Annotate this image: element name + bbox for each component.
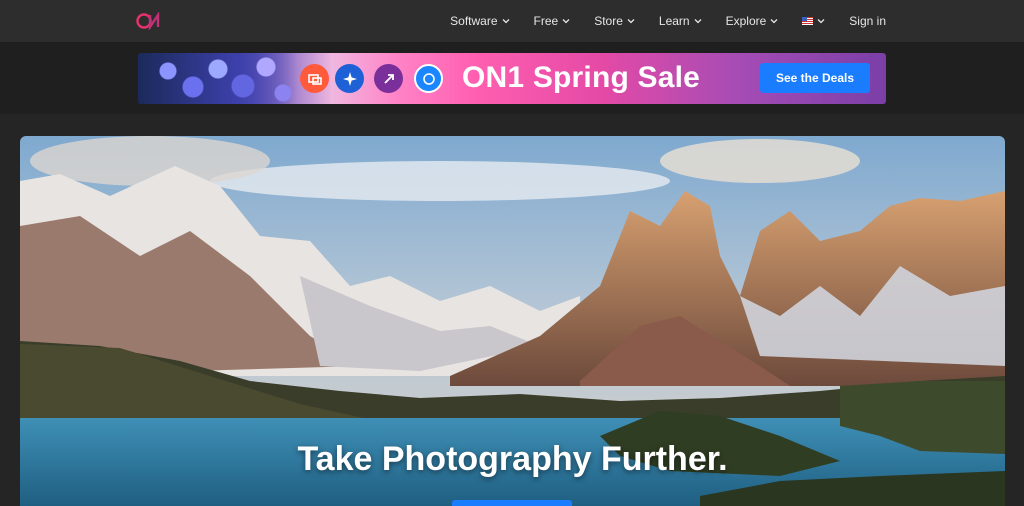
menu-free[interactable]: Free <box>534 14 571 28</box>
hydrangea-image <box>138 53 298 104</box>
effects-icon <box>335 64 364 93</box>
on1-photo-raw-icon <box>414 64 443 93</box>
banner-title: ON1 Spring Sale <box>462 61 701 94</box>
menu-software-label: Software <box>450 14 498 28</box>
hero-title: Take Photography Further. <box>297 440 728 478</box>
spring-sale-banner[interactable]: ON1 Spring Sale See the Deals <box>138 53 886 104</box>
language-selector[interactable] <box>802 17 825 25</box>
sign-in-link[interactable]: Sign in <box>849 14 886 28</box>
resize-icon <box>300 64 329 93</box>
upscale-icon <box>374 64 403 93</box>
hero-section: Take Photography Further. <box>20 136 1005 506</box>
menu-store[interactable]: Store <box>594 14 635 28</box>
top-nav: Software Free Store Learn Explore Sign i… <box>0 0 1024 42</box>
chevron-down-icon <box>502 19 509 24</box>
menu-store-label: Store <box>594 14 623 28</box>
menu-learn[interactable]: Learn <box>659 14 702 28</box>
chevron-down-icon <box>770 19 778 24</box>
main-menu: Software Free Store Learn Explore Sign i… <box>426 0 886 42</box>
chevron-down-icon <box>694 19 702 24</box>
chevron-down-icon <box>627 19 635 24</box>
menu-free-label: Free <box>533 14 559 28</box>
on1-logo[interactable] <box>136 12 160 30</box>
menu-software[interactable]: Software <box>450 14 509 28</box>
chevron-down-icon <box>562 19 570 24</box>
hero-cta-button[interactable] <box>452 500 572 506</box>
us-flag-icon <box>802 17 814 25</box>
promo-banner-row: ON1 Spring Sale See the Deals <box>0 42 1024 114</box>
see-the-deals-button[interactable]: See the Deals <box>760 63 870 93</box>
menu-learn-label: Learn <box>658 14 690 28</box>
menu-explore[interactable]: Explore <box>726 14 779 28</box>
menu-explore-label: Explore <box>725 14 767 28</box>
chevron-down-icon <box>817 19 825 24</box>
